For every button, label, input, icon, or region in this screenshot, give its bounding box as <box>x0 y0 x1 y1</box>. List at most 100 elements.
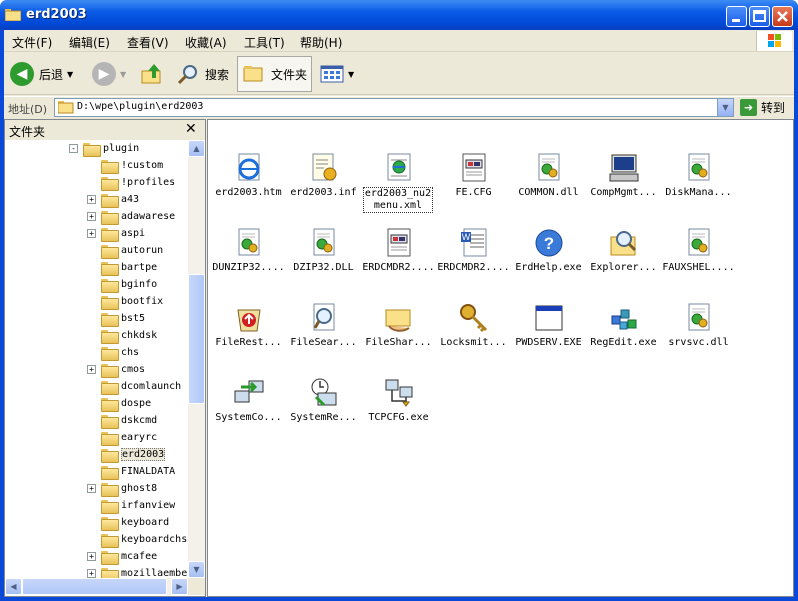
chevron-down-icon[interactable]: ▼ <box>348 70 354 79</box>
scroll-down-icon[interactable]: ▼ <box>188 561 205 578</box>
address-dropdown-button[interactable]: ▼ <box>717 99 733 116</box>
address-input[interactable]: D:\wpe\plugin\erd2003 ▼ <box>54 98 734 117</box>
tree-item-chs[interactable]: chs <box>101 344 139 361</box>
tree-item-bst5[interactable]: bst5 <box>101 310 145 327</box>
tree-item-dospe[interactable]: dospe <box>101 395 151 412</box>
tree-item-mozillaembe[interactable]: + mozillaembe <box>87 565 187 578</box>
minimize-button[interactable] <box>726 6 747 27</box>
file-item[interactable]: TCPCFG.exe <box>361 373 436 445</box>
file-view: erd2003.htm erd2003.inf erd2003_nu2menu.xm… <box>207 119 794 597</box>
scroll-right-icon[interactable]: ▶ <box>171 578 188 595</box>
expand-icon[interactable]: + <box>87 229 96 238</box>
tree-item-bartpe[interactable]: bartpe <box>101 259 157 276</box>
file-item[interactable]: DUNZIP32.... <box>211 223 286 295</box>
scroll-thumb[interactable] <box>188 274 205 404</box>
horizontal-scrollbar[interactable]: ◀ ▶ <box>5 578 188 595</box>
file-item[interactable]: srvsvc.dll <box>661 298 736 370</box>
file-item[interactable]: DZIP32.DLL <box>286 223 361 295</box>
expand-icon[interactable]: + <box>87 552 96 561</box>
tree-item-bootfix[interactable]: bootfix <box>101 293 163 310</box>
folder-icon <box>101 278 119 293</box>
tree-item-profiles[interactable]: !profiles <box>101 174 175 191</box>
close-button[interactable] <box>772 6 793 27</box>
folder-icon <box>101 431 119 446</box>
file-item[interactable]: FileShar... <box>361 298 436 370</box>
tree-item-ghost8[interactable]: + ghost8 <box>87 480 157 497</box>
collapse-icon[interactable]: - <box>69 144 78 153</box>
search-button[interactable]: 搜索 <box>176 56 229 92</box>
file-item[interactable]: SystemRe... <box>286 373 361 445</box>
tree-item-aspi[interactable]: + aspi <box>87 225 145 242</box>
up-folder-button[interactable] <box>140 56 164 92</box>
file-name: DZIP32.DLL <box>293 262 354 273</box>
tree-item-label: bginfo <box>121 279 158 290</box>
file-item[interactable]: W ERDCMDR2.... <box>436 223 511 295</box>
expand-icon[interactable]: + <box>87 365 96 374</box>
file-item[interactable]: Explorer... <box>586 223 661 295</box>
file-item[interactable]: COMMON.dll <box>511 148 586 220</box>
maximize-button[interactable] <box>749 6 770 27</box>
tree-item-keyboardchs[interactable]: keyboardchs <box>101 531 187 548</box>
maximize-icon <box>753 10 766 22</box>
vertical-scrollbar[interactable]: ▲ ▼ <box>188 140 205 578</box>
chevron-down-icon[interactable]: ▼ <box>67 70 73 79</box>
tree-item-adawarese[interactable]: + adawarese <box>87 208 175 225</box>
tree-item-keyboard[interactable]: keyboard <box>101 514 169 531</box>
menu-edit[interactable]: 编辑(E) <box>69 34 110 51</box>
file-item[interactable]: RegEdit.exe <box>586 298 661 370</box>
file-item[interactable]: erd2003_nu2menu.xml <box>361 148 436 220</box>
file-item[interactable]: FileSear... <box>286 298 361 370</box>
expand-icon[interactable]: + <box>87 195 96 204</box>
tree-item-mcafee[interactable]: + mcafee <box>87 548 157 565</box>
title-bar[interactable]: erd2003 <box>0 0 798 30</box>
tree-item-dskcmd[interactable]: dskcmd <box>101 412 157 429</box>
menu-favorites[interactable]: 收藏(A) <box>185 34 227 51</box>
back-button[interactable]: ◀ 后退 ▼ <box>10 56 73 92</box>
file-item[interactable]: CompMgmt... <box>586 148 661 220</box>
tree-item-irfanview[interactable]: irfanview <box>101 497 175 514</box>
file-item[interactable]: Locksmit... <box>436 298 511 370</box>
file-item[interactable]: FileRest... <box>211 298 286 370</box>
expand-icon[interactable]: + <box>87 569 96 578</box>
tree-item-earyrc[interactable]: earyrc <box>101 429 157 446</box>
cfg-file-icon <box>462 153 486 182</box>
folder-icon <box>101 516 119 531</box>
tree-item-label: autorun <box>121 245 164 256</box>
tree-item-a43[interactable]: + a43 <box>87 191 139 208</box>
menu-file[interactable]: 文件(F) <box>12 34 52 51</box>
file-item[interactable]: FE.CFG <box>436 148 511 220</box>
expand-icon[interactable]: + <box>87 484 96 493</box>
tree-item-bginfo[interactable]: bginfo <box>101 276 157 293</box>
forward-button[interactable]: ▶ ▼ <box>92 56 126 92</box>
expand-icon[interactable]: + <box>87 212 96 221</box>
menu-view[interactable]: 查看(V) <box>127 34 169 51</box>
file-item[interactable]: erd2003.inf <box>286 148 361 220</box>
scroll-thumb[interactable] <box>22 578 167 595</box>
folders-button[interactable]: 文件夹 <box>237 56 313 92</box>
menu-help[interactable]: 帮助(H) <box>300 34 342 51</box>
tree-item-finaldata[interactable]: FINALDATA <box>101 463 175 480</box>
tree-item-erd2003[interactable]: erd2003 <box>101 446 166 463</box>
tree-item-custom[interactable]: !custom <box>101 157 163 174</box>
file-item[interactable]: PWDSERV.EXE <box>511 298 586 370</box>
tree-item-label: earyrc <box>121 432 158 443</box>
file-item[interactable]: erd2003.htm <box>211 148 286 220</box>
file-item[interactable]: SystemCo... <box>211 373 286 445</box>
file-item[interactable]: ? ErdHelp.exe <box>511 223 586 295</box>
file-item[interactable]: FAUXSHEL.... <box>661 223 736 295</box>
menu-tools[interactable]: 工具(T) <box>244 34 285 51</box>
tree-item-chkdsk[interactable]: chkdsk <box>101 327 157 344</box>
tree-item-dcomlaunch[interactable]: dcomlaunch <box>101 378 181 395</box>
chevron-down-icon[interactable]: ▼ <box>120 70 126 79</box>
file-item[interactable]: DiskMana... <box>661 148 736 220</box>
scroll-left-icon[interactable]: ◀ <box>5 578 22 595</box>
go-button[interactable]: ➜ 转到 <box>740 99 785 116</box>
scroll-up-icon[interactable]: ▲ <box>188 140 205 157</box>
tree-item-autorun[interactable]: autorun <box>101 242 163 259</box>
file-item[interactable]: ERDCMDR2.... <box>361 223 436 295</box>
views-button[interactable]: ▼ <box>320 56 354 92</box>
window-border <box>0 597 798 601</box>
close-icon[interactable]: ✕ <box>185 121 197 137</box>
tree-item-cmos[interactable]: + cmos <box>87 361 145 378</box>
tree-item-plugin[interactable]: - plugin <box>69 140 139 157</box>
